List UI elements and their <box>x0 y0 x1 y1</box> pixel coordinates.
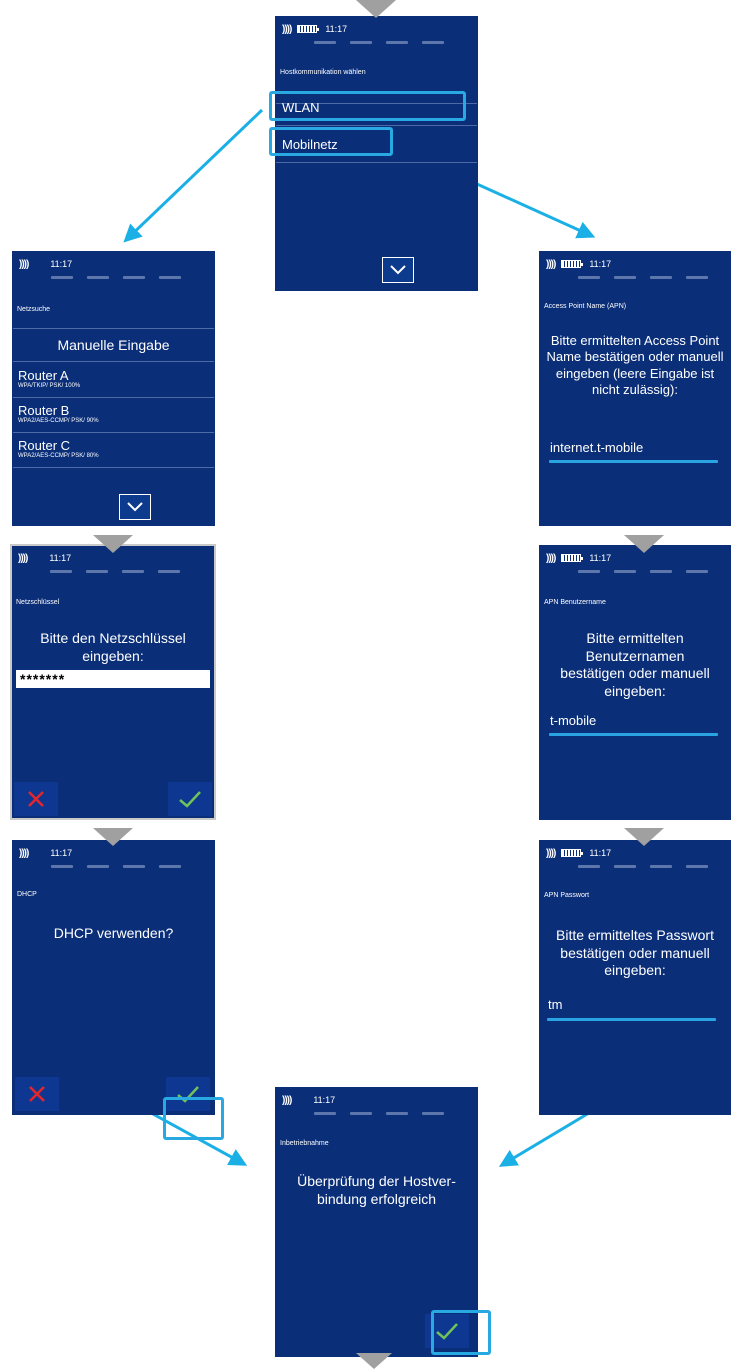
check-icon <box>179 791 201 808</box>
clock: 11:17 <box>50 259 73 269</box>
manual-entry-option[interactable]: Manuelle Eingabe <box>19 337 208 355</box>
battery-icon <box>561 849 584 857</box>
clock: 11:17 <box>589 259 612 269</box>
router-c-detail: WPA2/AES-CCMP/ PSK/ 80% <box>18 453 99 459</box>
nfc-icon: )))) <box>18 552 28 564</box>
apn-password-input-value[interactable]: tm <box>548 997 562 1012</box>
apn-user-input-value[interactable]: t-mobile <box>550 713 596 728</box>
screen-apn: )))) 11:17 Access Point Name (APN) Bitte… <box>539 251 731 526</box>
close-icon <box>28 791 44 807</box>
apn-user-prompt: Bitte ermittelten Benutzernamen bestätig… <box>560 630 710 699</box>
battery-icon <box>561 554 584 562</box>
clock: 11:17 <box>589 848 612 858</box>
status-bar: )))) 11:17 <box>282 21 471 37</box>
screen-title: DHCP <box>17 891 37 898</box>
clock: 11:17 <box>50 848 73 858</box>
apn-password-prompt: Bitte ermitteltes Passwort bestätigen od… <box>556 927 714 978</box>
step-triangle-apn-password <box>624 828 664 846</box>
screen-title: Netzschlüssel <box>16 599 60 606</box>
nfc-icon: )))) <box>19 847 29 859</box>
screen-network-key: )))) 11:17 Netzschlüssel Bitte den Netzs… <box>10 544 216 820</box>
step-triangle-bottom <box>356 1353 392 1369</box>
router-b-detail: WPA2/AES-CCMP/ PSK/ 90% <box>18 418 99 424</box>
step-triangle-top <box>356 0 396 18</box>
router-a-name[interactable]: Router A <box>18 368 69 383</box>
progress-dashes <box>50 570 180 574</box>
router-c-name[interactable]: Router C <box>18 438 70 453</box>
chevron-down-icon <box>390 265 406 275</box>
apn-prompt: Bitte ermittelten Access Point Name best… <box>546 333 724 397</box>
step-triangle-apn-user <box>624 535 664 553</box>
highlight-dhcp-confirm <box>163 1097 224 1140</box>
router-a-detail: WPA/TKIP/ PSK/ 100% <box>18 383 81 389</box>
scroll-down-button[interactable] <box>382 257 414 283</box>
apn-input-underline <box>549 460 718 463</box>
apn-input-value[interactable]: internet.t-mobile <box>550 440 643 455</box>
progress-dashes <box>314 1112 444 1116</box>
screen-title: Hostkommunikation wählen <box>280 69 366 76</box>
clock: 11:17 <box>313 1095 336 1105</box>
status-bar: )))) 11:17 <box>546 256 724 272</box>
progress-dashes <box>314 41 444 45</box>
screen-network-search: )))) 11:17 Netzsuche Manuelle Eingabe Ro… <box>12 251 215 526</box>
status-bar: )))) 11:17 <box>19 256 208 272</box>
cancel-button[interactable] <box>14 782 58 816</box>
screen-apn-username: )))) 11:17 APN Benutzername Bitte ermitt… <box>539 545 731 820</box>
netkey-prompt: Bitte den Netzschlüssel eingeben: <box>40 630 186 664</box>
screen-dhcp: )))) 11:17 DHCP DHCP verwenden? <box>12 840 215 1115</box>
highlight-final-confirm <box>431 1310 491 1355</box>
status-bar: )))) 11:17 <box>19 845 208 861</box>
arrow-to-wifi <box>123 108 264 243</box>
confirm-button[interactable] <box>168 782 212 816</box>
progress-dashes <box>578 276 708 280</box>
nfc-icon: )))) <box>19 258 29 270</box>
step-triangle-netkey <box>93 535 133 553</box>
clock: 11:17 <box>589 553 612 563</box>
commissioning-message: Überprüfung der Hostver-bindung erfolgre… <box>297 1173 456 1207</box>
progress-dashes <box>578 570 708 574</box>
clock: 11:17 <box>325 24 348 34</box>
highlight-mobile <box>269 127 393 156</box>
chevron-down-icon <box>127 502 143 512</box>
step-triangle-dhcp <box>93 828 133 846</box>
nfc-icon: )))) <box>546 847 556 859</box>
highlight-wlan <box>269 91 466 121</box>
screen-title: Inbetriebnahme <box>280 1140 329 1147</box>
progress-dashes <box>51 865 181 869</box>
netkey-input[interactable]: ******* <box>16 670 210 688</box>
screen-title: Access Point Name (APN) <box>544 303 627 310</box>
status-bar: )))) 11:17 <box>282 1092 471 1108</box>
nfc-icon: )))) <box>546 552 556 564</box>
scroll-down-button[interactable] <box>119 494 151 520</box>
progress-dashes <box>578 865 708 869</box>
router-b-name[interactable]: Router B <box>18 403 69 418</box>
cancel-button[interactable] <box>15 1077 59 1111</box>
dhcp-prompt: DHCP verwenden? <box>53 925 174 941</box>
screen-title: APN Passwort <box>544 892 590 899</box>
nfc-icon: )))) <box>282 23 292 35</box>
status-bar: )))) 11:17 <box>546 845 724 861</box>
battery-icon <box>297 25 320 33</box>
nfc-icon: )))) <box>282 1094 292 1106</box>
screen-title: APN Benutzername <box>544 599 606 606</box>
progress-dashes <box>51 276 181 280</box>
clock: 11:17 <box>49 553 72 563</box>
apn-user-input-underline <box>549 733 718 736</box>
battery-icon <box>561 260 584 268</box>
screen-title: Netzsuche <box>17 306 51 313</box>
apn-password-input-underline <box>547 1018 716 1021</box>
screen-apn-password: )))) 11:17 APN Passwort Bitte ermittelte… <box>539 840 731 1115</box>
close-icon <box>29 1086 45 1102</box>
nfc-icon: )))) <box>546 258 556 270</box>
